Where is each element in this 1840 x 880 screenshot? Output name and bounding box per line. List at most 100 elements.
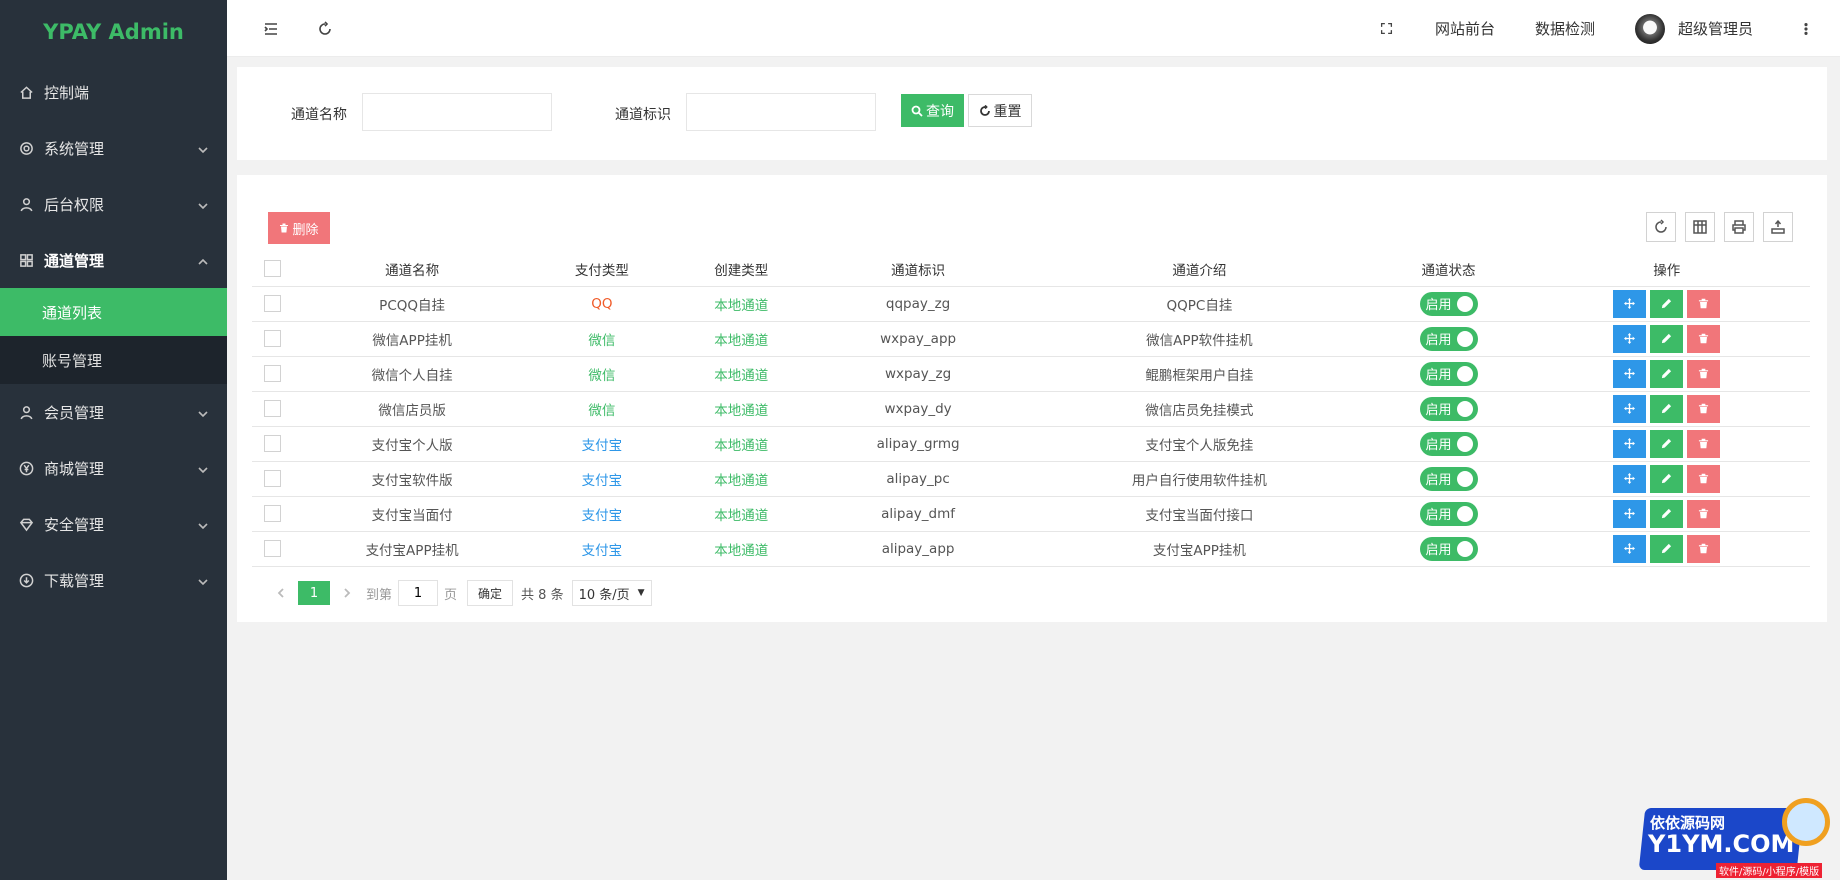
watermark-line3: 软件/源码/小程序/模版: [1716, 863, 1823, 878]
sidebar-item-shop[interactable]: 商城管理: [0, 440, 227, 496]
row-checkbox[interactable]: [263, 365, 281, 382]
delete-button[interactable]: [1687, 324, 1721, 353]
column-header[interactable]: 通道标识: [810, 252, 1026, 287]
sidebar-item-console[interactable]: 控制端: [0, 64, 227, 120]
status-cell: 启用: [1373, 531, 1524, 567]
row-checkbox[interactable]: [263, 540, 281, 557]
channel-name-input[interactable]: [362, 93, 552, 131]
select-all-checkbox[interactable]: [263, 260, 281, 278]
prev-page-button[interactable]: [268, 580, 294, 606]
more-vertical-icon[interactable]: [1799, 0, 1813, 57]
status-toggle[interactable]: 启用: [1419, 396, 1478, 421]
next-page-button[interactable]: [334, 580, 360, 606]
status-toggle[interactable]: 启用: [1419, 326, 1478, 351]
table-row: 支付宝APP挂机 支付宝 本地通道 alipay_app 支付宝APP挂机 启用: [252, 531, 1810, 567]
edit-button[interactable]: [1650, 394, 1684, 423]
edit-button[interactable]: [1650, 534, 1684, 563]
delete-button[interactable]: [1687, 534, 1721, 563]
toggle-knob: [1456, 330, 1473, 347]
column-header[interactable]: 通道状态: [1373, 252, 1524, 287]
edit-button[interactable]: [1650, 499, 1684, 528]
move-button[interactable]: [1613, 429, 1647, 458]
current-page-button[interactable]: 1: [298, 581, 330, 605]
sidebar-subitem-account-manage[interactable]: 账号管理: [0, 336, 227, 384]
delete-button[interactable]: [1687, 359, 1721, 388]
sidebar-item-members[interactable]: 会员管理: [0, 384, 227, 440]
refresh-icon[interactable]: [317, 0, 333, 57]
export-icon: [1771, 219, 1785, 234]
header-link-frontend[interactable]: 网站前台: [1435, 0, 1495, 57]
row-checkbox[interactable]: [263, 470, 281, 487]
sidebar-item-security[interactable]: 安全管理: [0, 496, 227, 552]
move-button[interactable]: [1613, 324, 1647, 353]
pay-type-cell: 支付宝: [532, 531, 672, 567]
query-button[interactable]: 查询: [901, 94, 964, 127]
home-icon: [18, 84, 34, 100]
column-header[interactable]: 操作: [1523, 252, 1810, 287]
header-link-data-check[interactable]: 数据检测: [1535, 0, 1595, 57]
status-toggle[interactable]: 启用: [1419, 536, 1478, 561]
status-toggle[interactable]: 启用: [1419, 361, 1478, 386]
row-checkbox[interactable]: [263, 505, 281, 522]
user-menu[interactable]: 超级管理员: [1635, 0, 1753, 57]
goto-confirm-button[interactable]: 确定: [467, 580, 514, 606]
table-row: 支付宝个人版 支付宝 本地通道 alipay_grmg 支付宝个人版免挂 启用: [252, 426, 1810, 462]
sidebar-item-permissions[interactable]: 后台权限: [0, 176, 227, 232]
move-button[interactable]: [1613, 394, 1647, 423]
move-button[interactable]: [1613, 499, 1647, 528]
batch-delete-button[interactable]: 删除: [268, 212, 330, 244]
delete-button[interactable]: [1687, 429, 1721, 458]
channel-name-cell: PCQQ自挂: [292, 286, 533, 322]
move-button[interactable]: [1613, 289, 1647, 318]
channel-intro-cell: 微信店员免挂模式: [1025, 391, 1374, 427]
column-header[interactable]: 支付类型: [532, 252, 672, 287]
sidebar-item-label: 后台权限: [44, 195, 105, 214]
edit-button[interactable]: [1650, 359, 1684, 388]
fullscreen-icon[interactable]: [1380, 0, 1393, 57]
row-checkbox[interactable]: [263, 295, 281, 312]
columns-icon: [1693, 220, 1707, 234]
sidebar-subitem-channel-list[interactable]: 通道列表: [0, 288, 227, 336]
page-size-select[interactable]: 10 条/页 ▼: [571, 580, 652, 606]
row-checkbox[interactable]: [263, 435, 281, 452]
pencil-icon: [1662, 508, 1672, 519]
pay-type-cell: 微信: [532, 391, 672, 427]
row-checkbox[interactable]: [263, 400, 281, 417]
status-toggle[interactable]: 启用: [1419, 466, 1478, 491]
delete-button[interactable]: [1687, 499, 1721, 528]
sidebar-item-channels[interactable]: 通道管理: [0, 232, 227, 288]
status-toggle-label: 启用: [1425, 368, 1452, 383]
move-button[interactable]: [1613, 464, 1647, 493]
table-columns-button[interactable]: [1685, 212, 1715, 242]
delete-button[interactable]: [1687, 394, 1721, 423]
diamond-icon: [18, 516, 34, 532]
column-header[interactable]: 通道介绍: [1025, 252, 1374, 287]
reset-button[interactable]: 重置: [968, 94, 1032, 127]
edit-button[interactable]: [1650, 324, 1684, 353]
delete-button[interactable]: [1687, 289, 1721, 318]
table-refresh-button[interactable]: [1646, 212, 1676, 242]
delete-button[interactable]: [1687, 464, 1721, 493]
edit-button[interactable]: [1650, 464, 1684, 493]
sidebar-item-system[interactable]: 系统管理: [0, 120, 227, 176]
edit-button[interactable]: [1650, 429, 1684, 458]
sidebar-item-downloads[interactable]: 下载管理: [0, 552, 227, 608]
status-toggle[interactable]: 启用: [1419, 291, 1478, 316]
move-button[interactable]: [1613, 534, 1647, 563]
pay-type-cell: 微信: [532, 356, 672, 392]
trash-icon: [1699, 368, 1709, 379]
column-header[interactable]: 创建类型: [671, 252, 811, 287]
menu-toggle-icon[interactable]: [263, 0, 279, 57]
table-export-button[interactable]: [1763, 212, 1793, 242]
channel-key-input[interactable]: [686, 93, 876, 131]
status-toggle[interactable]: 启用: [1419, 501, 1478, 526]
create-type-cell: 本地通道: [671, 496, 811, 532]
row-checkbox[interactable]: [263, 330, 281, 347]
table-print-button[interactable]: [1724, 212, 1754, 242]
sidebar: YPAY Admin 控制端 系统管理 后台权限 通道管理 通道列表 账号管理 …: [0, 0, 227, 880]
move-button[interactable]: [1613, 359, 1647, 388]
goto-page-input[interactable]: [398, 580, 439, 606]
status-toggle[interactable]: 启用: [1419, 431, 1478, 456]
edit-button[interactable]: [1650, 289, 1684, 318]
column-header[interactable]: 通道名称: [292, 252, 533, 287]
